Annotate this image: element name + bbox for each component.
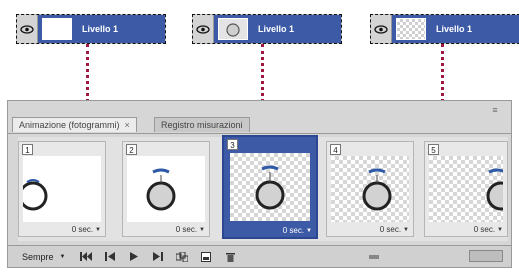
close-icon[interactable]: × xyxy=(125,120,130,130)
frame-number: 5 xyxy=(428,144,439,155)
tab-measurement-log[interactable]: Registro misurazioni xyxy=(154,117,250,132)
layer-thumbnail xyxy=(214,15,252,43)
triangle-down-icon: ▼ xyxy=(59,253,66,260)
frame-thumbnail xyxy=(23,156,101,222)
animation-frame-4[interactable]: 4 0 sec. ▼ xyxy=(326,141,414,237)
frame-thumbnail xyxy=(127,156,205,222)
next-frame-icon[interactable] xyxy=(151,251,165,263)
frame-delay[interactable]: 0 sec. ▼ xyxy=(72,225,101,234)
layer-name[interactable]: Livello 1 xyxy=(252,15,341,43)
tween-icon[interactable] xyxy=(175,251,189,263)
duplicate-frame-icon[interactable] xyxy=(199,251,213,263)
animation-panel: ≡ Animazione (fotogrammi) × Registro mis… xyxy=(7,100,512,268)
play-icon[interactable] xyxy=(127,251,141,263)
layer-thumbnail xyxy=(38,15,76,43)
frame-thumbnail xyxy=(331,156,409,222)
animation-toolbar: Sempre ▼ xyxy=(8,245,511,267)
triangle-down-icon: ▼ xyxy=(199,226,205,233)
tab-label: Animazione (fotogrammi) xyxy=(19,120,120,130)
animation-frame-3[interactable]: 3 0 sec. ▼ xyxy=(222,135,318,239)
triangle-down-icon: ▼ xyxy=(95,226,101,233)
layer-name[interactable]: Livello 1 xyxy=(430,15,519,43)
loop-label: Sempre xyxy=(22,251,54,262)
trash-icon[interactable] xyxy=(223,251,237,263)
tab-label: Registro misurazioni xyxy=(161,120,243,130)
frame-number: 2 xyxy=(126,144,137,155)
layer-row-3[interactable]: Livello 1 xyxy=(370,14,519,44)
eye-icon[interactable] xyxy=(193,15,214,43)
animation-frame-1[interactable]: 1 0 sec. ▼ xyxy=(18,141,106,237)
layer-row-2[interactable]: Livello 1 xyxy=(192,14,342,44)
layer-row-1[interactable]: Livello 1 xyxy=(16,14,166,44)
frame-delay[interactable]: 0 sec. ▼ xyxy=(380,225,409,234)
tab-animation[interactable]: Animazione (fotogrammi) × xyxy=(12,117,137,132)
eye-icon[interactable] xyxy=(371,15,392,43)
frames-strip: 1 0 sec. ▼ 2 0 sec. ▼ 3 0 sec. ▼ 4 0 sec… xyxy=(18,135,508,241)
resize-grip-icon[interactable] xyxy=(469,250,503,262)
layer-name[interactable]: Livello 1 xyxy=(76,15,165,43)
previous-frame-icon[interactable] xyxy=(103,251,117,263)
frame-thumbnail xyxy=(429,156,503,222)
layer-thumbnail xyxy=(392,15,430,43)
eye-icon[interactable] xyxy=(17,15,38,43)
loop-options-select[interactable]: Sempre ▼ xyxy=(22,252,65,262)
animation-frame-2[interactable]: 2 0 sec. ▼ xyxy=(122,141,210,237)
frame-number: 3 xyxy=(227,139,238,150)
frame-thumbnail xyxy=(230,153,310,221)
triangle-down-icon: ▼ xyxy=(403,226,409,233)
triangle-down-icon: ▼ xyxy=(306,227,312,234)
triangle-down-icon: ▼ xyxy=(497,226,503,233)
first-frame-icon[interactable] xyxy=(79,251,93,263)
frame-number: 1 xyxy=(22,144,33,155)
animation-frame-5[interactable]: 5 0 sec. ▼ xyxy=(424,141,508,237)
panel-tabs: Animazione (fotogrammi) × Registro misur… xyxy=(8,115,511,134)
frame-delay[interactable]: 0 sec. ▼ xyxy=(474,225,503,234)
frame-number: 4 xyxy=(330,144,341,155)
frame-delay[interactable]: 0 sec. ▼ xyxy=(283,226,312,235)
convert-timeline-icon[interactable] xyxy=(367,251,381,263)
frame-delay[interactable]: 0 sec. ▼ xyxy=(176,225,205,234)
